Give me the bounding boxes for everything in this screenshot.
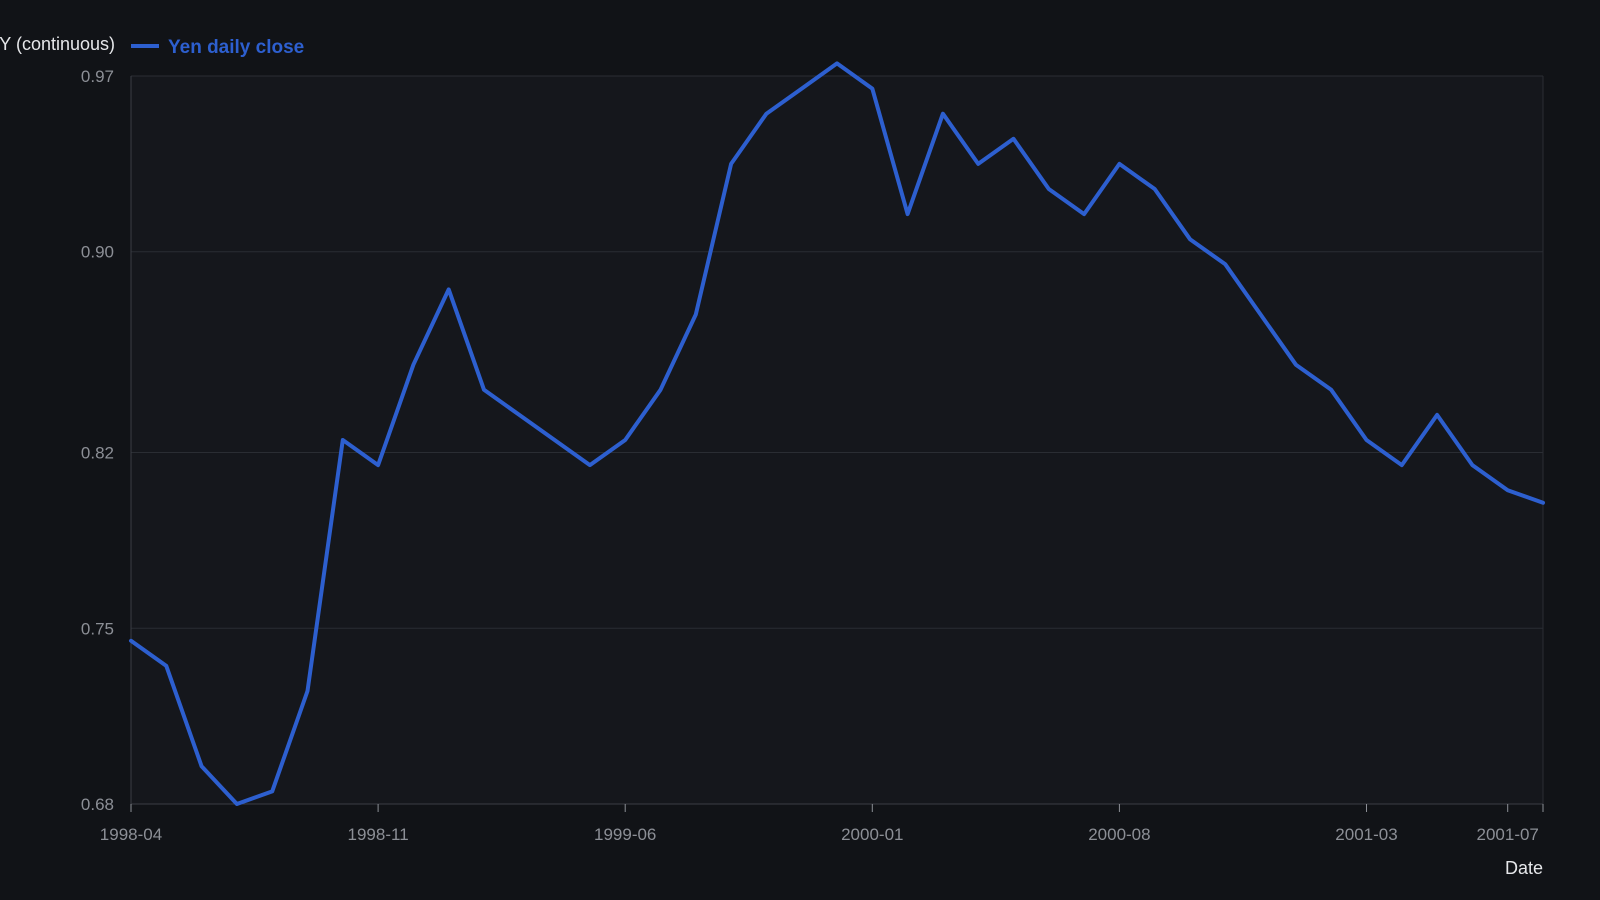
y-tick-label-0.75: 0.75 — [81, 619, 114, 638]
x-tick-label-1999-06: 1999-06 — [594, 825, 656, 844]
x-tick-label-2000-01: 2000-01 — [841, 825, 903, 844]
x-axis-title: Date — [1505, 858, 1543, 878]
x-tick-label-2000-08: 2000-08 — [1088, 825, 1150, 844]
x-tick-label-1998-04: 1998-04 — [100, 825, 162, 844]
chart-container: 0.68 0.75 0.82 0.90 0.97 1998-04 1998-11 1999-0… — [0, 0, 1600, 900]
legend: Yen daily close — [131, 37, 304, 58]
y-tick-label-0.97: 0.97 — [81, 67, 114, 86]
line-chart: 0.68 0.75 0.82 0.90 0.97 1998-04 1998-11 1999-0… — [0, 34, 1545, 878]
x-tick-label-2001-03: 2001-03 — [1335, 825, 1397, 844]
y-tick-label-0.68: 0.68 — [81, 795, 114, 814]
y-axis-title: Y (continuous) — [0, 34, 115, 54]
legend-label-yen-daily-close: Yen daily close — [168, 37, 304, 58]
y-tick-label-0.82: 0.82 — [81, 444, 114, 463]
x-tick-label-2001-07: 2001-07 — [1477, 825, 1539, 844]
y-tick-label-0.90: 0.90 — [81, 243, 114, 262]
x-tick-label-1998-11: 1998-11 — [348, 825, 409, 844]
